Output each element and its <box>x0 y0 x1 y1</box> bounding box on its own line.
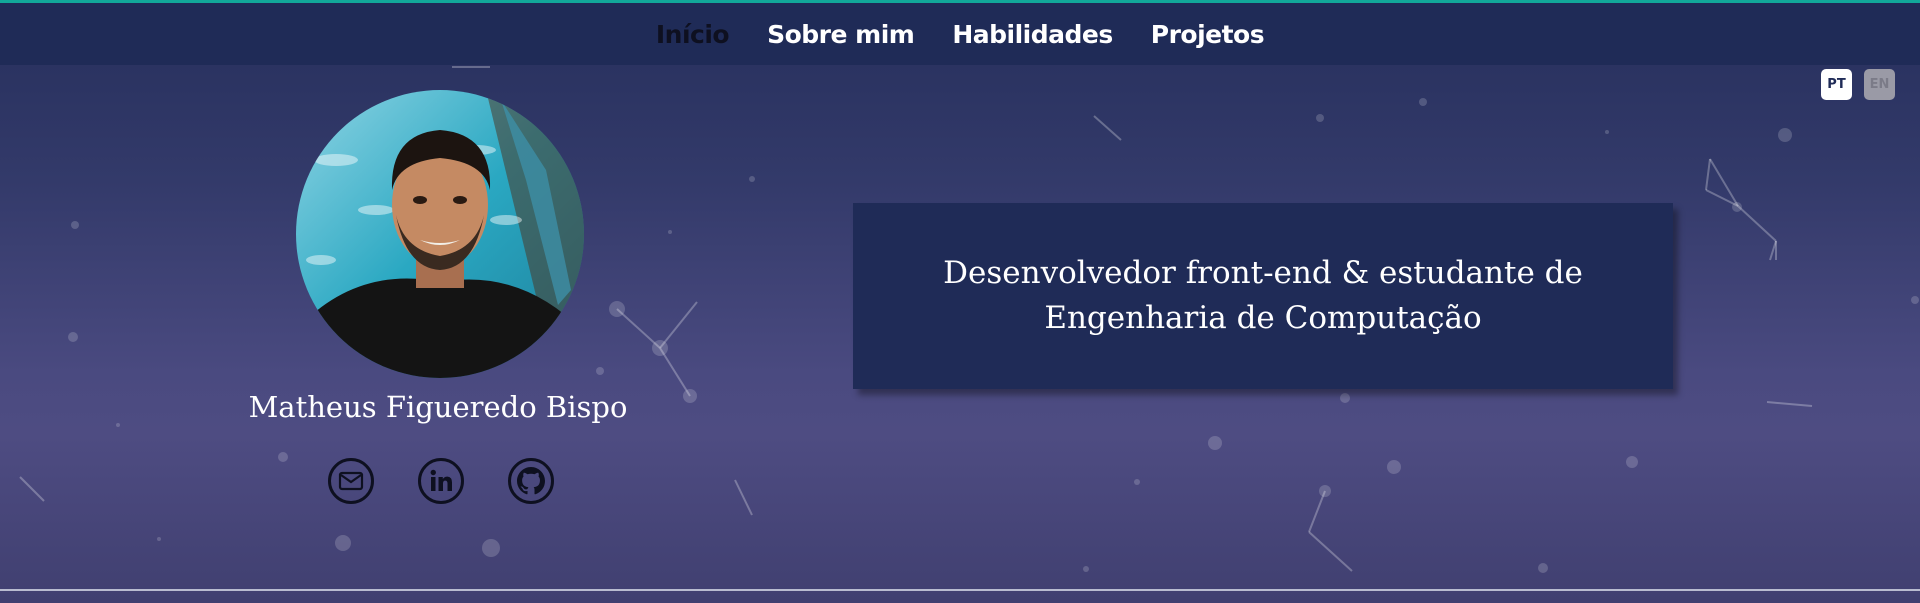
headline: Desenvolvedor front-end & estudante de E… <box>913 251 1613 341</box>
mail-icon <box>338 471 364 491</box>
profile-photo <box>296 90 584 378</box>
nav-link-inicio[interactable]: Início <box>656 20 730 49</box>
linkedin-link[interactable] <box>418 458 464 504</box>
github-link[interactable] <box>508 458 554 504</box>
email-link[interactable] <box>328 458 374 504</box>
linkedin-icon <box>430 469 452 491</box>
nav-link-habilidades[interactable]: Habilidades <box>952 20 1113 49</box>
section-divider <box>0 589 1920 591</box>
nav-link-projetos[interactable]: Projetos <box>1151 20 1265 49</box>
social-links <box>328 458 554 504</box>
headline-line-2: Engenharia de Computação <box>1044 300 1482 336</box>
nav-link-sobre-mim[interactable]: Sobre mim <box>767 20 915 49</box>
headline-card: Desenvolvedor front-end & estudante de E… <box>853 203 1673 389</box>
language-switcher: PT EN <box>1821 69 1895 100</box>
lang-en-button[interactable]: EN <box>1864 69 1895 100</box>
top-navbar: Início Sobre mim Habilidades Projetos <box>0 3 1920 65</box>
avatar <box>296 90 584 378</box>
lang-pt-button[interactable]: PT <box>1821 69 1852 100</box>
headline-line-1: Desenvolvedor front-end & estudante de <box>943 255 1583 291</box>
profile-name: Matheus Figueredo Bispo <box>248 390 628 424</box>
nav-menu: Início Sobre mim Habilidades Projetos <box>656 20 1265 49</box>
github-icon <box>517 467 545 495</box>
